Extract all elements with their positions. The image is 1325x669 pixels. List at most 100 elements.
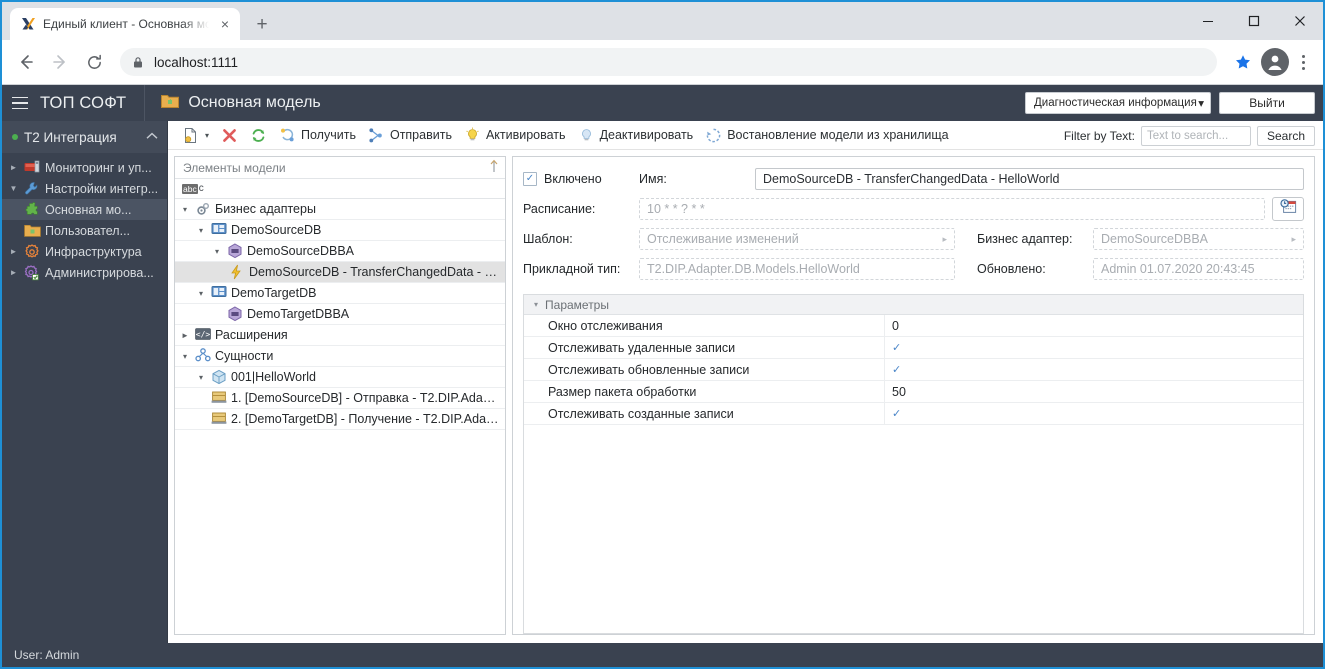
sidebar-item-user-models[interactable]: Пользовател... <box>2 220 167 241</box>
chevron-down-icon[interactable]: ▾ <box>205 131 209 140</box>
back-icon[interactable] <box>10 46 42 78</box>
sidebar-item-integration-settings[interactable]: ▼ Настройки интегр... <box>2 178 167 199</box>
enabled-checkbox-group[interactable]: ✓ Включено <box>523 172 639 186</box>
kebab-menu-icon[interactable] <box>1291 54 1315 70</box>
url-text: localhost:1111 <box>154 54 239 70</box>
template-label: Шаблон: <box>523 232 573 246</box>
detail-panel: ✓ Включено Имя: DemoSourceDB - TransferC… <box>512 156 1315 635</box>
tree-node-label: 001|HelloWorld <box>231 370 317 384</box>
expand-arrow-icon[interactable]: ► <box>8 268 19 277</box>
tree-node[interactable]: ▾ 001|HelloWorld <box>175 367 505 388</box>
tree-node[interactable]: ▾ DemoSourceDBBA <box>175 241 505 262</box>
collapse-arrow-icon[interactable]: ▼ <box>8 184 19 193</box>
sidebar-item-monitoring[interactable]: ► Мониторинг и уп... <box>2 157 167 178</box>
application-shell: ТОП СОФТ Основная модель Диагностическая… <box>2 85 1323 667</box>
exit-button[interactable]: Выйти <box>1219 92 1315 114</box>
refresh-button[interactable] <box>244 123 273 147</box>
browser-tab[interactable]: Единый клиент - Основная мод × <box>10 8 240 40</box>
new-button[interactable]: ▾ <box>176 123 215 147</box>
table-row[interactable]: Размер пакета обработки 50 <box>524 381 1303 403</box>
tab-close-icon[interactable]: × <box>216 15 234 33</box>
tree-node[interactable]: ▾ Сущности <box>175 346 505 367</box>
sort-ascending-icon[interactable] <box>489 159 499 176</box>
restore-model-button[interactable]: Востановление модели из хранилища <box>699 123 954 147</box>
tree-node[interactable]: ▾ DemoSourceDB <box>175 220 505 241</box>
receive-button[interactable]: Получить <box>273 123 362 147</box>
diagnostics-dropdown[interactable]: Диагностическая информация ▾ <box>1025 92 1211 114</box>
expand-arrow-icon[interactable]: ► <box>8 247 19 256</box>
parameter-checkbox[interactable]: ✓ <box>884 359 1303 380</box>
star-icon[interactable] <box>1227 46 1259 78</box>
search-button[interactable]: Search <box>1256 125 1315 146</box>
adapter-select[interactable]: DemoSourceDBBA ▸ <box>1093 228 1304 250</box>
hamburger-icon[interactable] <box>2 85 38 121</box>
tree-expander-icon[interactable]: ▾ <box>179 352 191 361</box>
tree-node-selected[interactable]: DemoSourceDB - TransferChangedData - Hel… <box>175 262 505 283</box>
sidebar-group-t2[interactable]: T2 Интеграция <box>2 121 167 153</box>
template-value: Отслеживание изменений <box>647 232 799 246</box>
sidebar-item-main-model[interactable]: Основная мо... <box>2 199 167 220</box>
parameter-name: Отслеживать обновленные записи <box>548 362 750 377</box>
send-button[interactable]: Отправить <box>362 123 458 147</box>
sidebar-item-infrastructure[interactable]: ► Инфраструктура <box>2 241 167 262</box>
activate-button[interactable]: Активировать <box>458 123 572 147</box>
table-row[interactable]: Отслеживать удаленные записи ✓ <box>524 337 1303 359</box>
table-row[interactable]: Отслеживать созданные записи ✓ <box>524 403 1303 425</box>
sidebar-item-label: Администрирова... <box>45 265 154 280</box>
table-row[interactable]: Отслеживать обновленные записи ✓ <box>524 359 1303 381</box>
delete-button[interactable] <box>215 123 244 147</box>
cube-icon <box>211 369 227 385</box>
url-bar[interactable]: localhost:1111 <box>120 48 1217 76</box>
parameter-checkbox[interactable]: ✓ <box>884 403 1303 424</box>
parameters-empty-space <box>524 425 1303 633</box>
updated-value: Admin 01.07.2020 20:43:45 <box>1093 258 1304 280</box>
tree-expander-icon[interactable]: ▾ <box>211 247 223 256</box>
reload-icon[interactable] <box>78 46 110 78</box>
tree-node[interactable]: ▾ Бизнес адаптеры <box>175 199 505 220</box>
parameter-checkbox[interactable]: ✓ <box>884 337 1303 358</box>
search-input[interactable]: Text to search... <box>1140 125 1251 146</box>
expand-arrow-icon[interactable]: ► <box>8 163 19 172</box>
tree-node[interactable]: DemoTargetDBBA <box>175 304 505 325</box>
lightbulb-on-icon <box>464 127 481 144</box>
app-logo-icon <box>20 16 36 32</box>
tree-node-label: DemoSourceDB - TransferChangedData - Hel… <box>249 265 501 279</box>
parameter-value[interactable]: 0 <box>884 315 1303 336</box>
schedule-input[interactable]: 10 * * ? * * <box>639 198 1265 220</box>
browser-tab-title: Единый клиент - Основная мод <box>43 17 209 31</box>
tree-node[interactable]: 2. [DemoTargetDB] - Получение - T2.DIP.A… <box>175 409 505 430</box>
enabled-checkbox[interactable]: ✓ <box>523 172 537 186</box>
tree-filter-row[interactable]: abc c <box>175 179 505 199</box>
tree-expander-icon[interactable]: ▾ <box>195 289 207 298</box>
table-row[interactable]: Окно отслеживания 0 <box>524 315 1303 337</box>
tree-expander-icon[interactable]: ▾ <box>195 226 207 235</box>
parameter-value[interactable]: 50 <box>884 381 1303 402</box>
tree-expander-icon[interactable]: ▾ <box>179 205 191 214</box>
new-tab-button[interactable]: + <box>248 10 276 38</box>
collapse-arrow-icon[interactable]: ▾ <box>534 300 538 309</box>
minimize-icon[interactable] <box>1185 2 1231 40</box>
apptype-input[interactable]: T2.DIP.Adapter.DB.Models.HelloWorld <box>639 258 955 280</box>
tree-node[interactable]: ▾ DemoTargetDB <box>175 283 505 304</box>
browser-window: Единый клиент - Основная мод × + localho… <box>0 0 1325 669</box>
maximize-icon[interactable] <box>1231 2 1277 40</box>
deactivate-button[interactable]: Деактивировать <box>572 123 700 147</box>
tree-header-label: Элементы модели <box>183 160 286 175</box>
entities-icon <box>195 348 211 364</box>
template-select[interactable]: Отслеживание изменений ▸ <box>639 228 955 250</box>
tree-expander-icon[interactable]: ▾ <box>195 373 207 382</box>
avatar-icon[interactable] <box>1261 48 1289 76</box>
forward-icon[interactable] <box>44 46 76 78</box>
calendar-button[interactable] <box>1272 197 1304 221</box>
sidebar-item-administration[interactable]: ► Администрирова... <box>2 262 167 283</box>
delete-red-x-icon <box>221 127 238 144</box>
tree-expander-icon[interactable]: ► <box>179 331 191 340</box>
chevron-up-icon[interactable] <box>146 132 158 143</box>
row-template-adapter: Шаблон: Отслеживание изменений ▸ Бизнес … <box>523 226 1304 252</box>
name-input[interactable]: DemoSourceDB - TransferChangedData - Hel… <box>755 168 1304 190</box>
tree-node[interactable]: 1. [DemoSourceDB] - Отправка - T2.DIP.Ad… <box>175 388 505 409</box>
toolbar-label: Активировать <box>485 128 566 142</box>
close-icon[interactable] <box>1277 2 1323 40</box>
tree-node[interactable]: ► </> Расширения <box>175 325 505 346</box>
parameters-header[interactable]: ▾ Параметры <box>524 295 1303 315</box>
